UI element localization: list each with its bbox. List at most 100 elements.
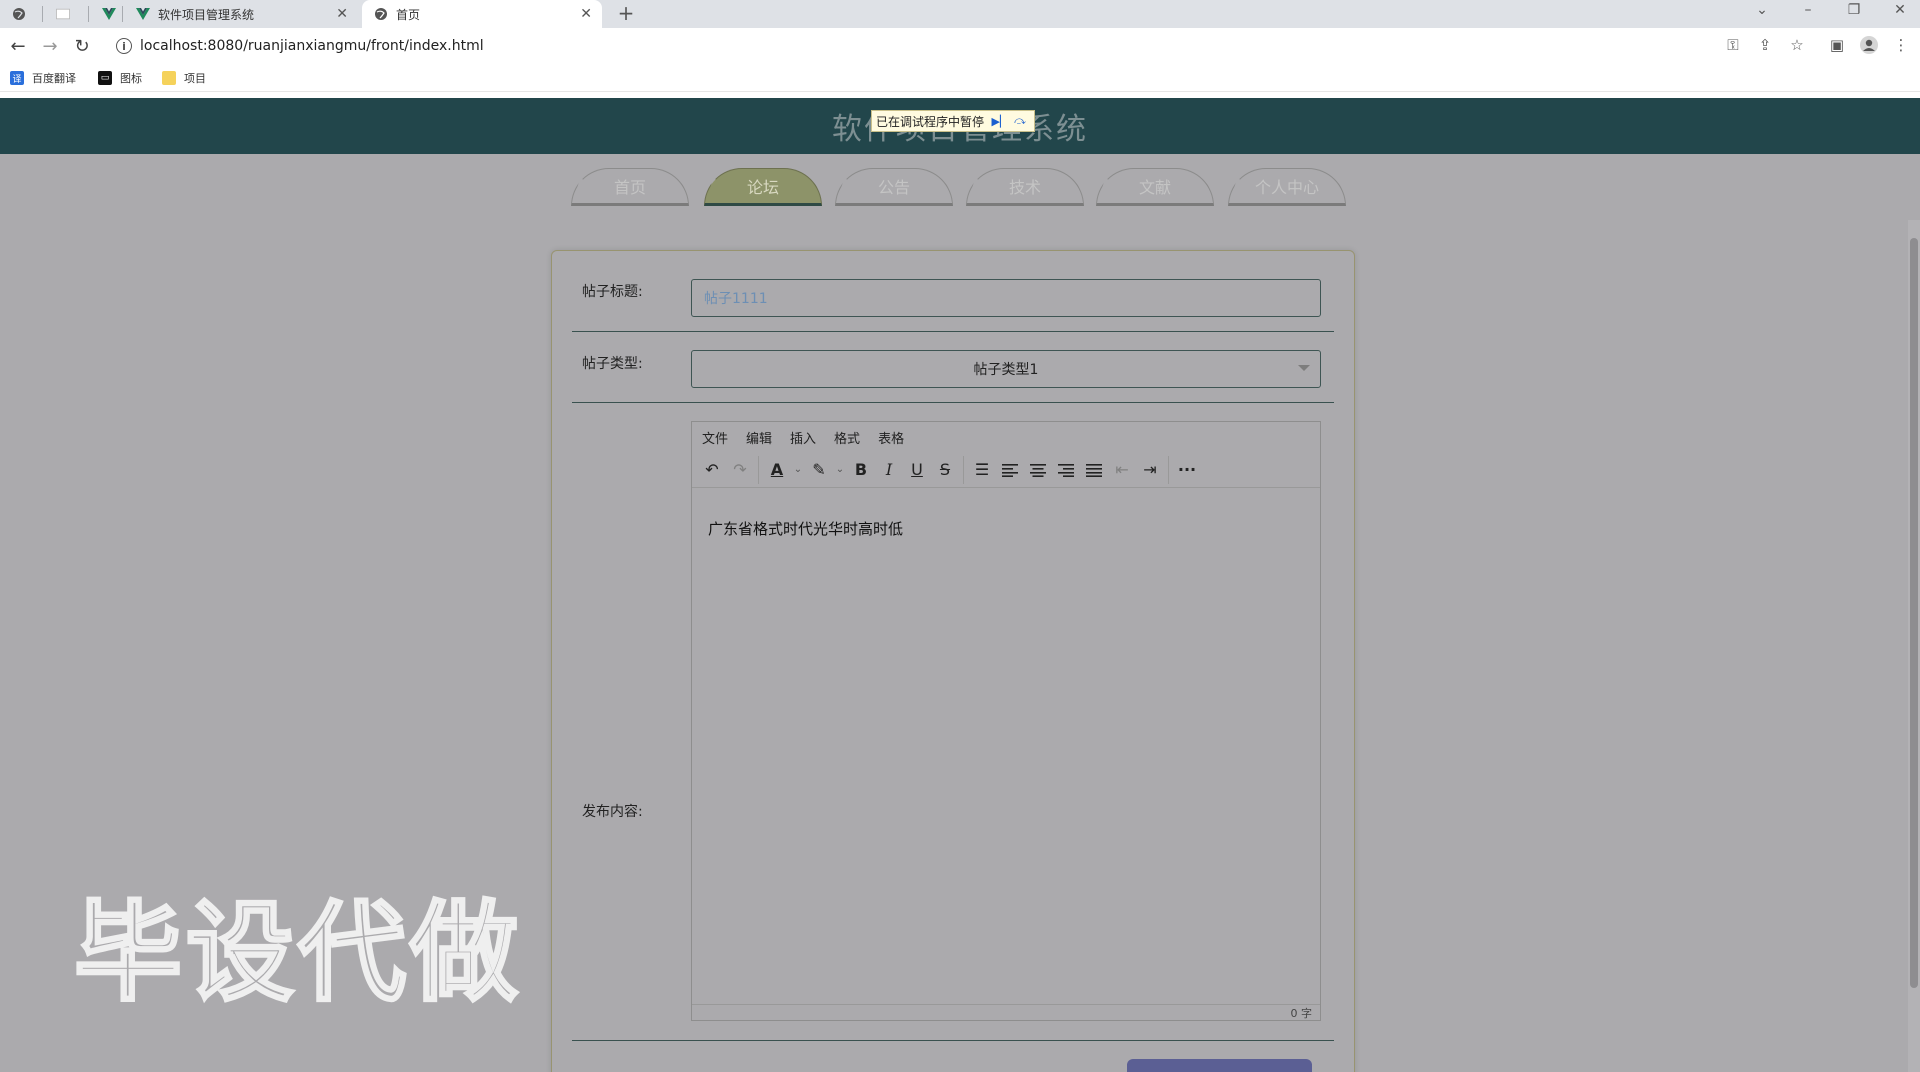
- menu-insert[interactable]: 插入: [790, 428, 816, 447]
- share-icon[interactable]: ⇪: [1754, 36, 1776, 54]
- post-type-value: 帖子类型1: [973, 362, 1039, 378]
- nav-tab-personal-center[interactable]: 个人中心: [1228, 168, 1346, 206]
- globe-icon: [374, 7, 388, 21]
- nav-tab-label: 首页: [613, 178, 646, 197]
- profile-icon[interactable]: [1858, 36, 1880, 58]
- close-tab-icon[interactable]: ✕: [336, 6, 348, 22]
- italic-icon[interactable]: I: [875, 456, 903, 484]
- text-color-icon[interactable]: A: [763, 456, 791, 484]
- highlight-color-icon[interactable]: ✎: [805, 456, 833, 484]
- menu-file[interactable]: 文件: [702, 428, 728, 447]
- new-tab-button[interactable]: +: [608, 1, 644, 25]
- translate-icon: 译: [10, 71, 24, 85]
- tab-separator: [122, 6, 123, 22]
- bookmark-item[interactable]: 项目: [162, 70, 206, 86]
- form-divider: [572, 1040, 1334, 1041]
- bookmark-label: 百度翻译: [32, 72, 76, 85]
- bookmark-star-icon[interactable]: ☆: [1786, 36, 1808, 54]
- address-bar[interactable]: i localhost:8080/ruanjianxiangmu/front/i…: [108, 32, 1768, 60]
- blank-page-icon: [56, 7, 70, 21]
- undo-icon[interactable]: ↶: [698, 456, 726, 484]
- restore-button[interactable]: ❐: [1836, 2, 1872, 18]
- browser-tab-strip: 软件项目管理系统 ✕ 首页 ✕ + ⌄ – ❐ ✕: [0, 0, 1920, 28]
- forward-button[interactable]: →: [38, 34, 62, 58]
- nav-tab-technology[interactable]: 技术: [966, 168, 1084, 206]
- site-info-icon[interactable]: i: [116, 38, 132, 54]
- browser-tab[interactable]: 软件项目管理系统 ✕: [124, 0, 358, 28]
- browser-tab[interactable]: [44, 0, 84, 28]
- tab-search-icon[interactable]: ⌄: [1744, 2, 1780, 18]
- url-text: localhost:8080/ruanjianxiangmu/front/ind…: [140, 38, 484, 54]
- side-panel-icon[interactable]: ▣: [1826, 36, 1848, 54]
- underline-icon[interactable]: U: [903, 456, 931, 484]
- post-form-card: 帖子标题: 帖子1111 帖子类型: 帖子类型1 发布内容: 文件 编辑 插入 …: [551, 250, 1355, 1072]
- strikethrough-icon[interactable]: S: [931, 456, 959, 484]
- tab-separator: [88, 6, 89, 22]
- page-scrollbar[interactable]: [1908, 220, 1920, 1072]
- resume-icon[interactable]: ▶▏: [990, 113, 1010, 129]
- image-icon: ▭: [98, 71, 112, 85]
- bold-icon[interactable]: B: [847, 456, 875, 484]
- nav-tab-forum[interactable]: 论坛: [704, 168, 822, 206]
- reload-button[interactable]: ↻: [70, 34, 94, 58]
- tab-title: 首页: [396, 7, 421, 22]
- debugger-paused-text: 已在调试程序中暂停: [876, 114, 985, 129]
- minimize-button[interactable]: –: [1790, 2, 1826, 18]
- post-type-select[interactable]: 帖子类型1: [691, 350, 1321, 388]
- tab-separator: [42, 6, 43, 22]
- bookmark-label: 图标: [120, 72, 142, 85]
- browser-tab[interactable]: [0, 0, 40, 28]
- toolbar-separator: [963, 455, 964, 484]
- post-title-input[interactable]: 帖子1111: [691, 279, 1321, 317]
- align-right-icon[interactable]: [1052, 456, 1080, 484]
- toolbar-separator: [1168, 455, 1169, 484]
- nav-tab-home[interactable]: 首页: [571, 168, 689, 206]
- vue-icon: [136, 7, 150, 21]
- more-icon[interactable]: ···: [1173, 456, 1201, 484]
- chevron-down-icon: [1298, 365, 1310, 371]
- redo-icon[interactable]: ↷: [726, 456, 754, 484]
- editor-toolbar: ↶ ↷ A ⌄ ✎ ⌄ B I U S ☰ ⇤ ⇥ ···: [692, 452, 1320, 488]
- indent-icon[interactable]: ⇥: [1136, 456, 1164, 484]
- tab-title: 软件项目管理系统: [158, 7, 255, 22]
- menu-icon[interactable]: ⋮: [1890, 36, 1912, 54]
- vue-icon: [102, 7, 116, 21]
- scrollbar-thumb[interactable]: [1910, 238, 1918, 988]
- back-button[interactable]: ←: [6, 34, 30, 58]
- nav-tab-literature[interactable]: 文献: [1096, 168, 1214, 206]
- editor-word-count: 0 字: [692, 1004, 1320, 1020]
- bookmark-item[interactable]: 译 百度翻译: [10, 70, 76, 86]
- editor-menubar: 文件 编辑 插入 格式 表格: [692, 422, 1320, 452]
- menu-edit[interactable]: 编辑: [746, 428, 772, 447]
- close-window-button[interactable]: ✕: [1882, 2, 1918, 18]
- nav-tab-label: 公告: [877, 178, 910, 197]
- nav-tab-label: 技术: [1008, 178, 1041, 197]
- debugger-paused-banner: 已在调试程序中暂停 ▶▏ ⤼: [871, 110, 1036, 132]
- form-divider: [572, 402, 1334, 403]
- page-viewport: 软件项目管理系统 已在调试程序中暂停 ▶▏ ⤼ 首页 论坛 公告 技术 文献 个…: [0, 98, 1920, 1072]
- browser-tab-active[interactable]: 首页 ✕: [362, 0, 602, 28]
- line-height-icon[interactable]: ☰: [968, 456, 996, 484]
- close-tab-icon[interactable]: ✕: [580, 6, 592, 22]
- align-left-icon[interactable]: [996, 456, 1024, 484]
- post-type-label: 帖子类型:: [582, 356, 643, 372]
- align-center-icon[interactable]: [1024, 456, 1052, 484]
- nav-tab-label: 文献: [1138, 178, 1171, 197]
- chevron-down-icon[interactable]: ⌄: [833, 456, 847, 484]
- bookmarks-bar: 译 百度翻译 ▭ 图标 项目: [0, 64, 1920, 92]
- bookmark-item[interactable]: ▭ 图标: [98, 70, 142, 86]
- browser-tab[interactable]: [90, 0, 120, 28]
- menu-format[interactable]: 格式: [834, 428, 860, 447]
- toolbar-separator: [758, 455, 759, 484]
- submit-button[interactable]: 提交: [1127, 1059, 1312, 1072]
- globe-icon: [12, 7, 26, 21]
- key-icon[interactable]: ⚿: [1722, 36, 1744, 54]
- nav-tab-announcement[interactable]: 公告: [835, 168, 953, 206]
- chevron-down-icon[interactable]: ⌄: [791, 456, 805, 484]
- editor-content[interactable]: 广东省格式时代光华时高时低: [708, 518, 903, 539]
- align-justify-icon[interactable]: [1080, 456, 1108, 484]
- form-divider: [572, 331, 1334, 332]
- step-over-icon[interactable]: ⤼: [1010, 113, 1030, 129]
- menu-table[interactable]: 表格: [878, 428, 904, 447]
- outdent-icon[interactable]: ⇤: [1108, 456, 1136, 484]
